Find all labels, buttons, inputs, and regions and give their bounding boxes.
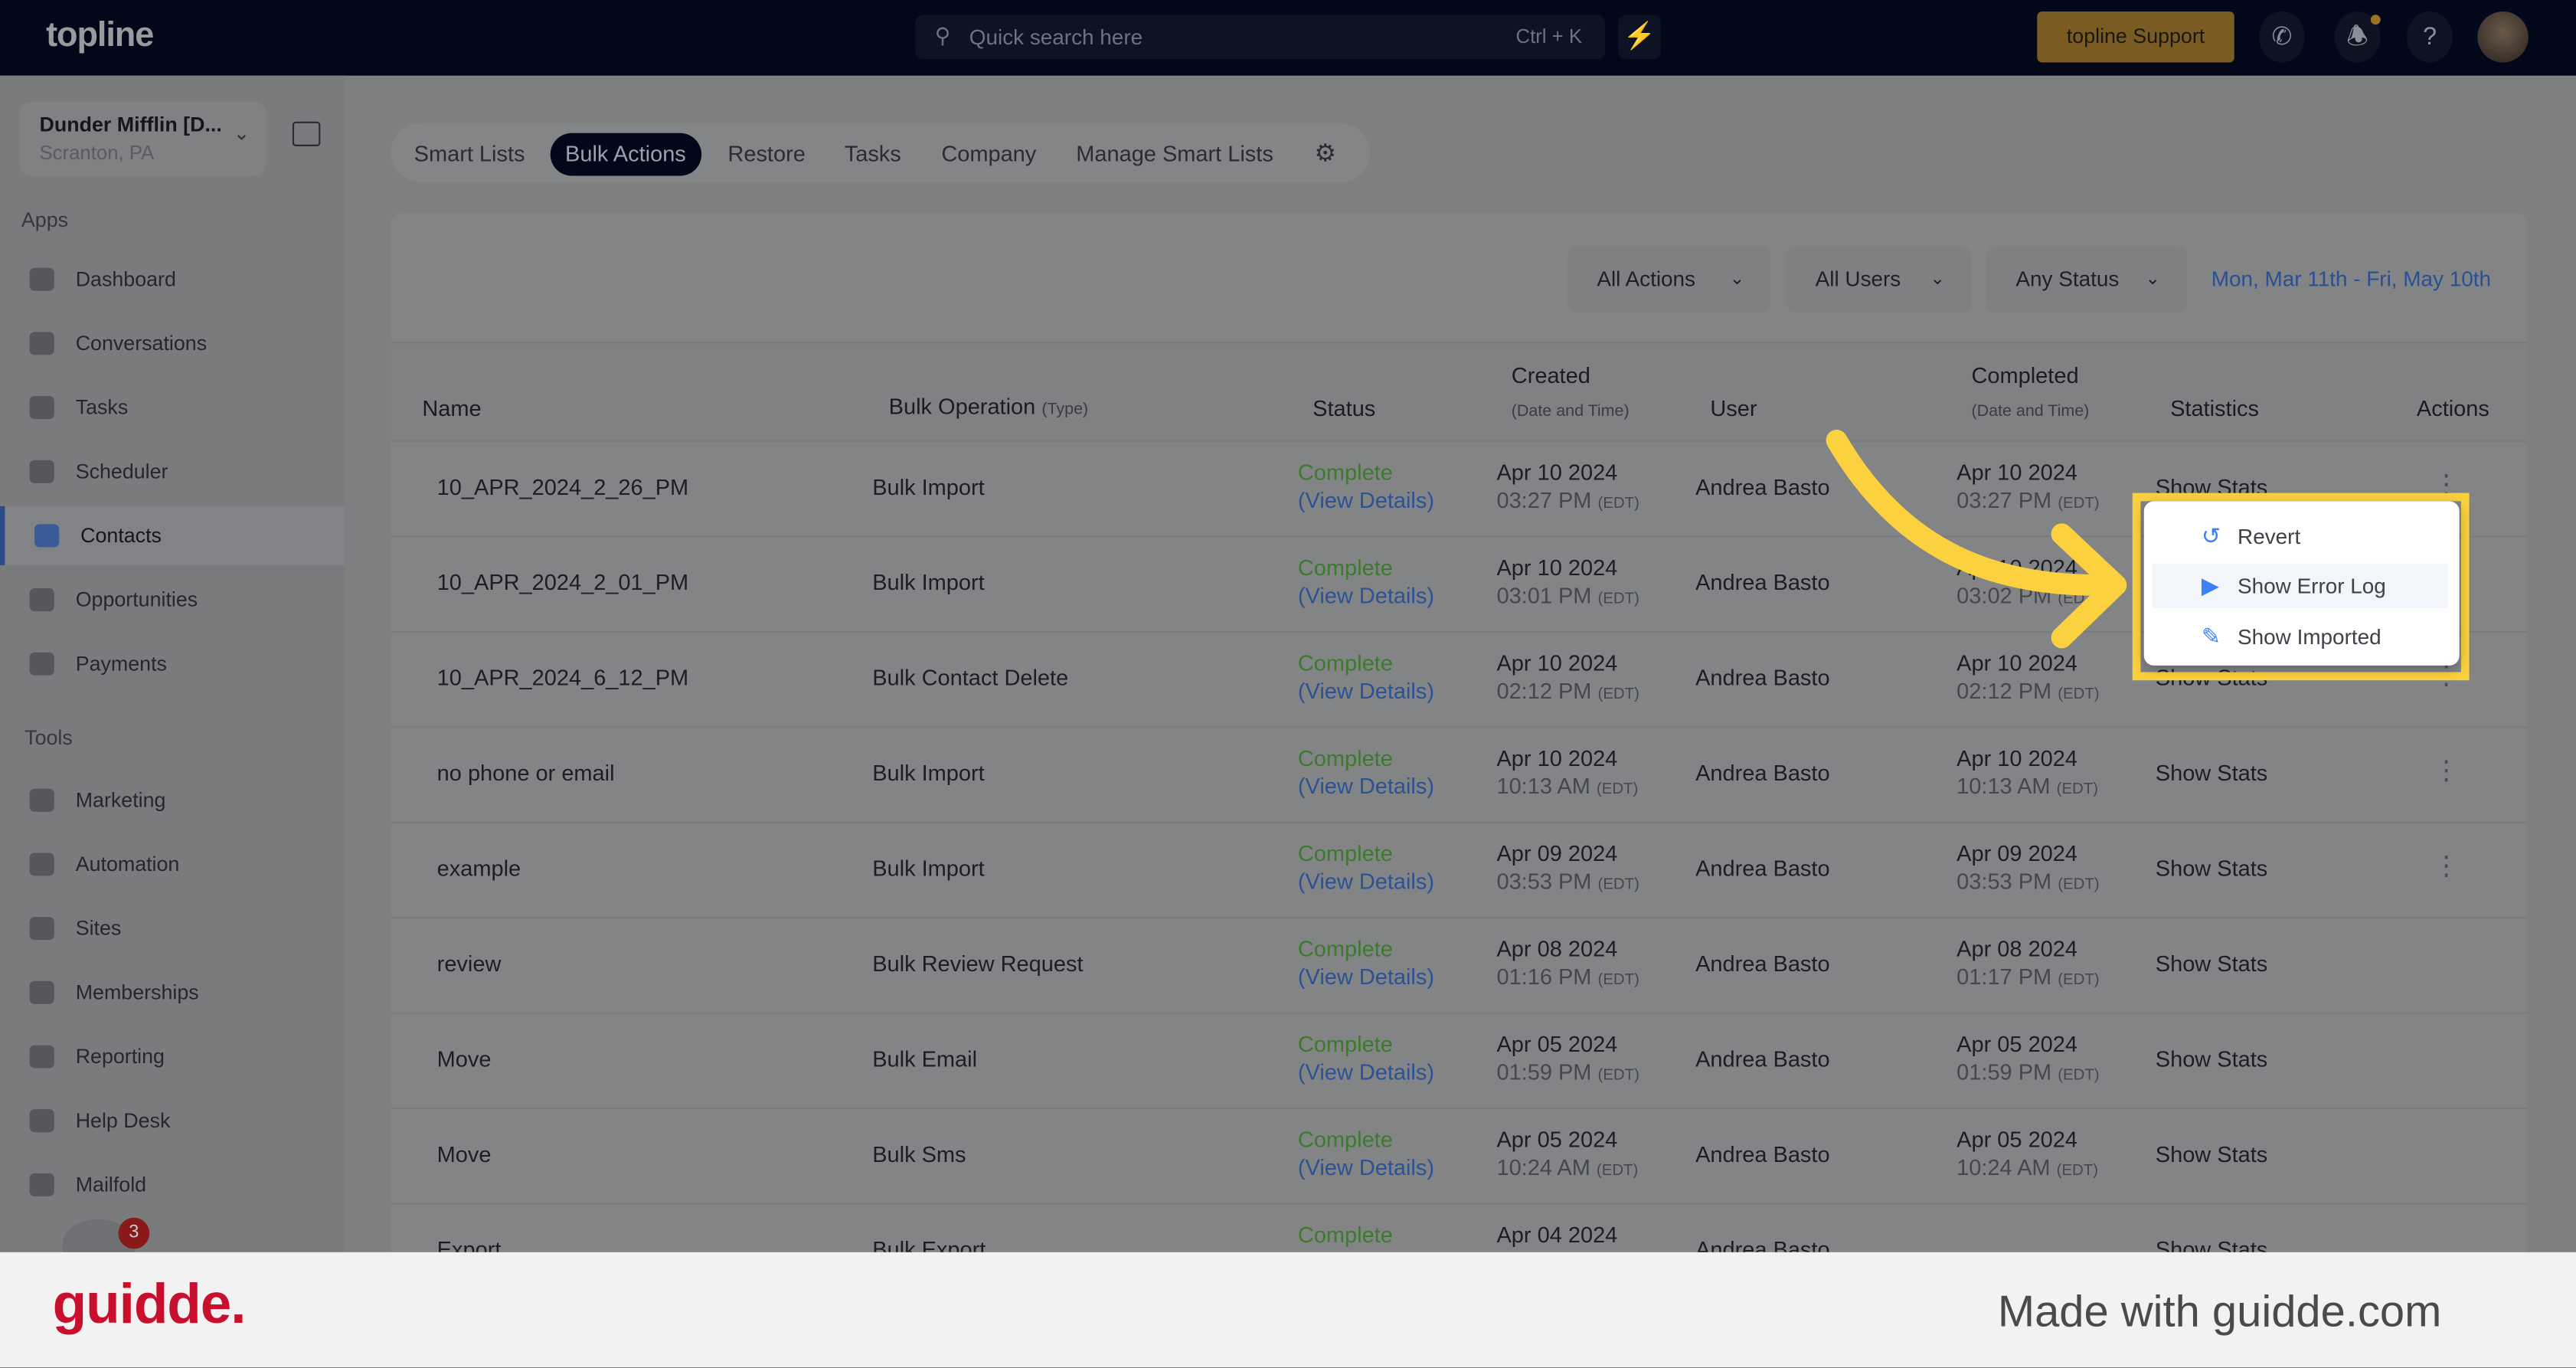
menu-item-label: Show Imported (2238, 624, 2381, 650)
menu-item-show-error-log[interactable]: ▶ Show Error Log (2152, 563, 2448, 608)
annotation-arrow (1826, 430, 2127, 649)
made-with-text: Made with guidde.com (1997, 1286, 2442, 1337)
app: topline ⚲ Quick search here Ctrl + K ⚡ t… (0, 0, 2576, 1367)
menu-item-revert[interactable]: ↺ Revert (2152, 515, 2447, 559)
menu-item-label: Show Error Log (2238, 573, 2386, 598)
undo-icon: ↺ (2201, 522, 2221, 549)
actions-dropdown: ↺ Revert ▶ Show Error Log ✎ Show Imported (2143, 501, 2460, 666)
play-icon: ▶ (2201, 571, 2219, 598)
edit-icon: ✎ (2201, 623, 2221, 650)
menu-item-show-imported[interactable]: ✎ Show Imported (2152, 614, 2447, 659)
menu-item-label: Revert (2238, 524, 2301, 549)
guidde-logo: guidde. (52, 1273, 247, 1337)
